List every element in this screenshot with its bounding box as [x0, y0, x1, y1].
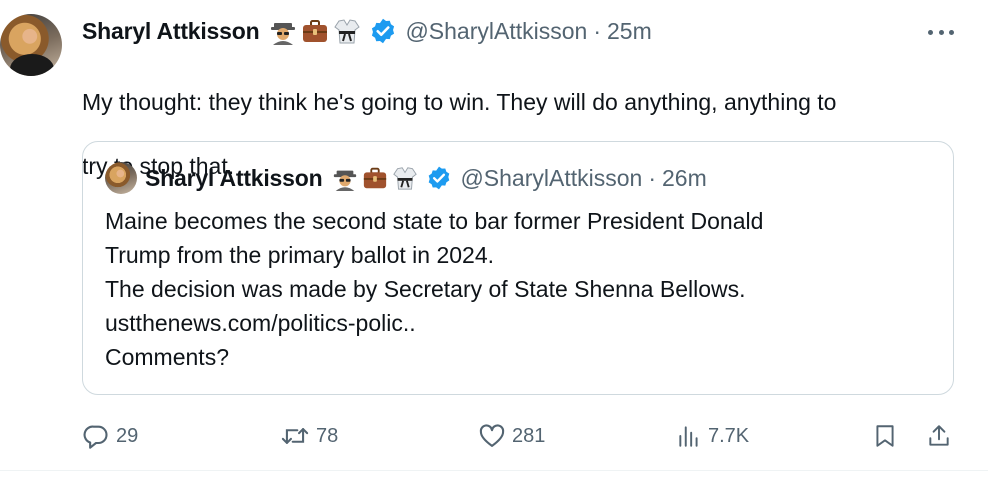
bookmark-button[interactable]	[872, 418, 898, 454]
quoted-tweet[interactable]: Sharyl Attkisson @SharylAttkisson · 26m …	[82, 141, 954, 395]
briefcase-emoji-icon	[301, 17, 329, 45]
author-handle[interactable]: @SharylAttkisson	[405, 18, 587, 45]
quoted-header: Sharyl Attkisson @SharylAttkisson · 26m	[145, 162, 707, 194]
repost-button[interactable]: 78	[280, 418, 338, 454]
quoted-text-line: The decision was made by Secretary of St…	[105, 276, 746, 302]
profile-badges	[269, 17, 397, 45]
reply-button[interactable]: 29	[82, 418, 138, 454]
more-options-icon[interactable]	[928, 22, 954, 42]
views-button[interactable]: 7.7K	[676, 418, 749, 454]
share-button[interactable]	[926, 418, 952, 454]
tweet-text-line: My thought: they think he's going to win…	[82, 89, 837, 115]
tweet: Sharyl Attkisson @SharylAttkisson · 25m …	[0, 0, 988, 482]
avatar[interactable]	[0, 14, 62, 76]
timestamp[interactable]: 25m	[607, 18, 652, 45]
author-name[interactable]: Sharyl Attkisson	[82, 18, 260, 45]
reply-icon	[82, 422, 110, 450]
verified-badge-icon[interactable]	[369, 17, 397, 45]
bookmark-icon	[872, 422, 898, 450]
quoted-text: Maine becomes the second state to bar fo…	[105, 204, 935, 374]
share-icon	[926, 422, 952, 450]
quoted-text-line: Maine becomes the second state to bar fo…	[105, 208, 764, 234]
spy-emoji-icon	[332, 165, 358, 191]
repost-icon	[280, 422, 310, 450]
quoted-author-handle[interactable]: @SharylAttkisson	[460, 165, 642, 192]
tweet-header: Sharyl Attkisson @SharylAttkisson · 25m	[82, 14, 652, 48]
quoted-timestamp[interactable]: 26m	[662, 165, 707, 192]
separator-dot: ·	[593, 17, 601, 44]
quoted-profile-badges	[332, 165, 452, 191]
heart-icon	[478, 422, 506, 450]
reply-count: 29	[116, 424, 139, 447]
divider	[0, 470, 988, 471]
separator-dot: ·	[648, 164, 656, 191]
quoted-author-name[interactable]: Sharyl Attkisson	[145, 165, 323, 192]
quoted-text-line: Trump from the primary ballot in 2024.	[105, 242, 495, 268]
martial-arts-uniform-emoji-icon	[333, 17, 361, 45]
quoted-text-line: Comments?	[105, 344, 229, 370]
verified-badge-icon[interactable]	[426, 165, 452, 191]
quoted-link[interactable]: ustthenews.com/politics-polic..	[105, 306, 935, 340]
action-bar: 29 78 281 7.7K	[82, 418, 962, 454]
view-count: 7.7K	[708, 424, 750, 447]
bar-chart-icon	[676, 422, 702, 450]
repost-count: 78	[316, 424, 339, 447]
spy-emoji-icon	[269, 17, 297, 45]
briefcase-emoji-icon	[362, 165, 388, 191]
martial-arts-uniform-emoji-icon	[392, 165, 418, 191]
like-button[interactable]: 281	[478, 418, 545, 454]
like-count: 281	[512, 424, 546, 447]
quoted-avatar[interactable]	[105, 162, 137, 194]
